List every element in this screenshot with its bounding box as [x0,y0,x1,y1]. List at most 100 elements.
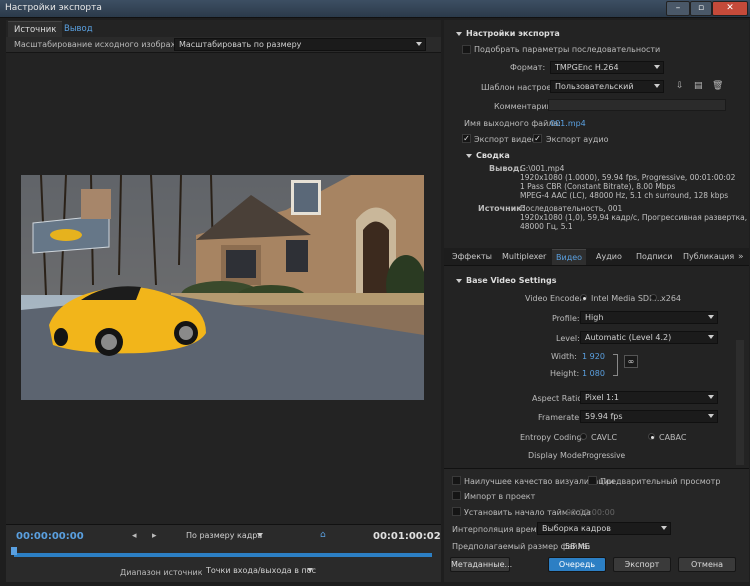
comments-input[interactable] [548,99,726,111]
summary-source: Последовательность, 001 1920x1080 (1,0),… [520,204,750,231]
scale-dropdown[interactable]: Масштабировать по размеру [174,38,426,51]
fit-value: По размеру кадра [186,531,263,540]
preset-dropdown[interactable]: Пользовательский [550,80,664,93]
base-video-heading[interactable]: Base Video Settings [456,276,556,285]
tab-multiplexer[interactable]: Multiplexer [498,249,550,265]
source-range-value: Точки входа/выхода в послед [206,566,316,575]
window-title: Настройки экспорта [5,3,102,13]
summary-output-line: 1 Pass CBR (Constant Bitrate), 8.00 Mbps [520,182,676,191]
link-bracket [613,354,618,376]
work-area-bar[interactable] [14,553,432,557]
maximize-button[interactable]: ▫ [690,1,712,16]
format-dropdown[interactable]: TMPGEnc H.264 [550,61,664,74]
max-quality-checkbox[interactable] [452,476,461,485]
summary-output-line: MPEG-4 AAC (LC), 48000 Hz, 5.1 ch surrou… [520,191,729,200]
entropy-radio-cavlc[interactable] [580,433,587,440]
mark-in-icon[interactable]: ◂ [132,531,137,541]
scale-value: Масштабировать по размеру [179,40,302,49]
summary-source-label: Источник: [478,204,525,213]
chevron-down-icon [654,84,660,88]
timecode-in[interactable]: 00:00:00:00 [16,531,84,542]
import-label: Импорт в проект [464,492,536,501]
summary-heading[interactable]: Сводка [466,151,510,160]
delete-preset-icon[interactable]: 🗑 [712,81,723,91]
width-value[interactable]: 1 920 [582,352,605,361]
summary-source-line: 1920x1080 (1,0), 59,94 кадр/с, Прогресси… [520,213,750,222]
preset-value: Пользовательский [555,82,634,91]
profile-dropdown[interactable]: High [580,311,718,324]
summary-output-line: G:\001.mp4 [520,164,565,173]
scale-label: Масштабирование исходного изображения: [14,40,201,49]
summary-output-line: 1920x1080 (1.0000), 59.94 fps, Progressi… [520,173,736,182]
collapse-icon [456,278,462,283]
crop-icon[interactable]: ⌂ [320,530,326,540]
chevron-down-icon [307,568,313,572]
export-video-label: Экспорт видео [474,135,537,144]
framerate-dropdown[interactable]: 59.94 fps [580,410,718,423]
source-range-dropdown[interactable]: Точки входа/выхода в послед [202,565,316,578]
match-sequence-checkbox[interactable] [462,45,471,54]
source-range-label: Диапазон источника: [120,568,211,577]
cancel-button[interactable]: Отмена [678,557,736,572]
filesize-value: 58 МБ [565,542,591,551]
chevron-down-icon [416,42,422,46]
profile-label: Profile: [552,314,580,323]
export-video-checkbox[interactable]: ✓ [462,134,471,143]
set-timecode-checkbox[interactable] [452,507,461,516]
tab-audio[interactable]: Аудио [592,249,626,265]
chevron-down-icon [708,395,714,399]
entropy-option-cavlc: CAVLC [591,433,618,442]
entropy-label: Entropy Coding: [520,433,585,442]
encoder-radio-intel[interactable] [580,294,587,301]
import-preset-icon[interactable]: ▤ [694,81,703,91]
minimize-button[interactable]: – [666,1,690,16]
chevron-down-icon [708,414,714,418]
tab-video[interactable]: Видео [552,249,587,265]
tab-output[interactable]: Вывод [58,21,99,37]
fit-dropdown[interactable]: По размеру кадра [182,530,266,543]
aspect-label: Aspect Ratio: [532,394,585,403]
summary-source-line: 48000 Гц, 5.1 [520,222,573,231]
save-preset-icon[interactable]: ⇩ [676,81,684,91]
height-value[interactable]: 1 080 [582,369,605,378]
video-scrollbar[interactable] [736,340,744,465]
import-checkbox[interactable] [452,491,461,500]
level-value: Automatic (Level 4.2) [585,333,672,342]
level-dropdown[interactable]: Automatic (Level 4.2) [580,331,718,344]
framerate-label: Framerate: [538,413,582,422]
tab-effects[interactable]: Эффекты [448,249,496,265]
chevron-down-icon [708,335,714,339]
more-tabs-icon[interactable]: » [738,252,744,262]
playhead[interactable] [11,547,17,555]
summary-source-line: Последовательность, 001 [520,204,623,213]
tab-publish[interactable]: Публикация [679,249,738,265]
display-mode-value: Progressive [582,451,626,460]
profile-value: High [585,313,604,322]
interp-dropdown[interactable]: Выборка кадров [537,522,671,535]
preview-image [21,175,424,400]
format-value: TMPGEnc H.264 [555,63,619,72]
chevron-down-icon [654,65,660,69]
scale-row: Масштабирование исходного изображения: М… [6,37,441,53]
queue-button[interactable]: Очередь [548,557,606,572]
tab-captions[interactable]: Подписи [632,249,676,265]
tab-source[interactable]: Источник [8,21,63,37]
output-name-link[interactable]: 001.mp4 [550,119,586,128]
aspect-dropdown[interactable]: Pixel 1:1 [580,391,718,404]
metadata-button[interactable]: Метаданные... [450,557,512,572]
preview-checkbox[interactable] [588,476,597,485]
title-bar: Настройки экспорта – ▫ ✕ [0,0,750,18]
timeline-bar: 00:00:00:00 ◂ ▸ По размеру кадра ⌂ 00:01… [6,524,441,582]
mark-out-icon[interactable]: ▸ [152,531,157,541]
export-button[interactable]: Экспорт [613,557,671,572]
close-button[interactable]: ✕ [712,1,748,16]
chain-link-icon[interactable]: ∞ [624,355,638,368]
encoder-radio-x264[interactable] [650,294,657,301]
timecode-start-input[interactable]: 00:00:00:00 [566,508,615,517]
export-audio-checkbox[interactable]: ✓ [533,134,542,143]
export-settings-heading[interactable]: Настройки экспорта [456,29,560,38]
entropy-radio-cabac[interactable] [648,433,655,440]
summary-output: G:\001.mp4 1920x1080 (1.0000), 59.94 fps… [520,164,742,200]
aspect-value: Pixel 1:1 [585,393,619,402]
level-label: Level: [556,334,580,343]
